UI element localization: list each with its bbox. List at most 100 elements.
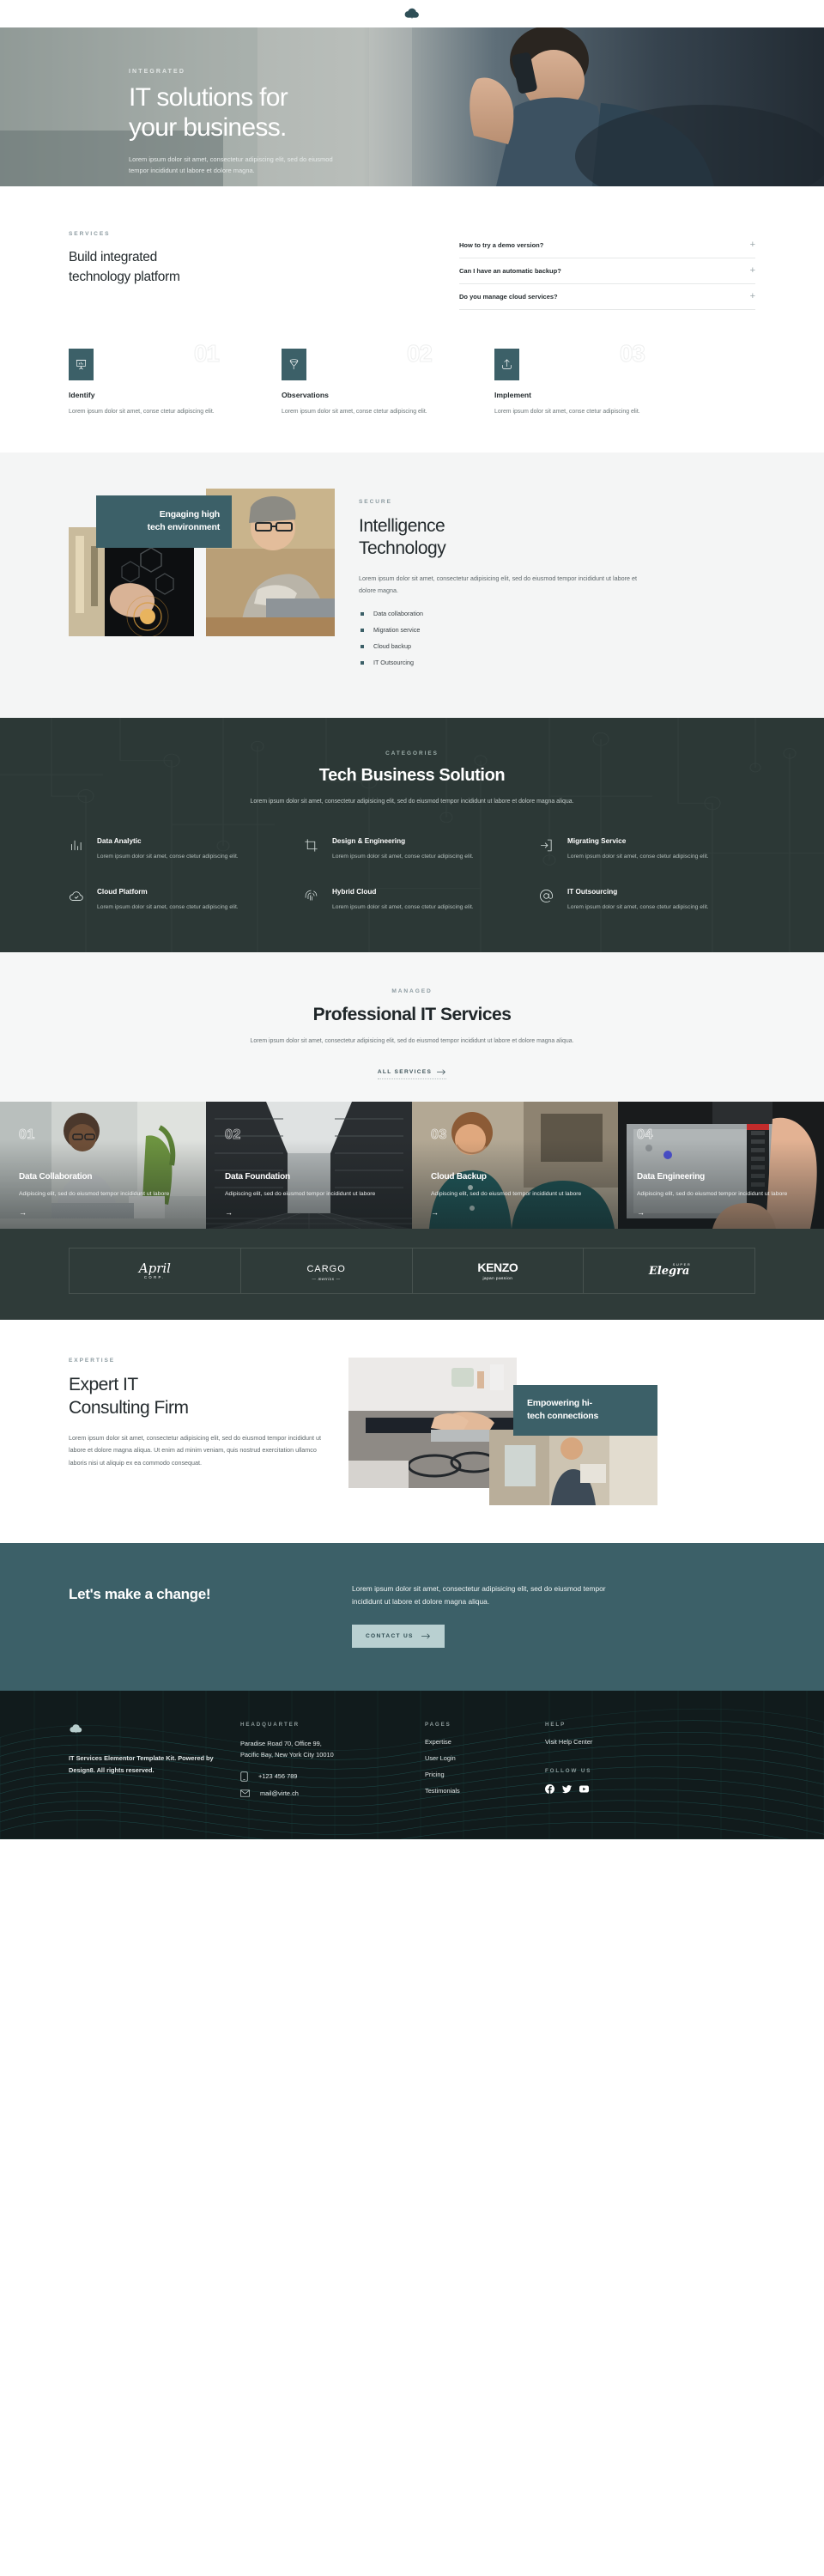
services-top: SERVICES Build integrated technology pla…: [69, 231, 755, 310]
services-title: Build integrated technology platform: [69, 247, 326, 288]
plus-icon[interactable]: +: [750, 292, 755, 301]
presentation-chart-icon: [69, 349, 94, 380]
cloud-upload-icon[interactable]: [69, 1722, 240, 1741]
all-services-link[interactable]: ALL SERVICES: [377, 1069, 447, 1080]
site-header: [0, 0, 824, 27]
footer-phone-row[interactable]: +123 456 789: [240, 1771, 425, 1782]
envelope-icon: [240, 1789, 250, 1797]
funnel-icon: [282, 349, 306, 380]
brand-logo-cargo: CARGO — metrics —: [241, 1249, 413, 1294]
expert-media: Empowering hi- tech connections: [348, 1358, 657, 1506]
card-number: 02: [225, 1127, 241, 1143]
tech-item-text: Lorem ipsum dolor sit amet, conse ctetur…: [567, 853, 709, 860]
feature-list: 01 Identify Lorem ipsum dolor sit amet, …: [69, 340, 755, 418]
empowering-badge-line2: tech connections: [527, 1411, 599, 1422]
contact-us-button[interactable]: CONTACT US: [352, 1624, 445, 1648]
hero-eyebrow: INTEGRATED: [129, 69, 185, 75]
feature-item-implement: 03 Implement Lorem ipsum dolor sit amet,…: [494, 340, 677, 418]
tech-title: Tech Business Solution: [318, 766, 506, 786]
tech-inner: CATEGORIES Tech Business Solution Lorem …: [69, 750, 755, 913]
card-body: Data Collaboration Adipiscing elit, sed …: [19, 1172, 191, 1217]
feature-number: 03: [619, 340, 645, 368]
intelligence-title: Intelligence Technology: [359, 515, 642, 561]
expert-paragraph: Lorem ipsum dolor sit amet, consectetur …: [69, 1433, 322, 1467]
arrow-right-icon[interactable]: →: [637, 1208, 809, 1217]
fingerprint-icon: [304, 888, 321, 913]
youtube-icon[interactable]: [579, 1784, 589, 1794]
expert-title-line2: Consulting Firm: [69, 1398, 189, 1419]
cta-title: Let's make a change!: [69, 1586, 211, 1603]
brand-sub: japan passion: [482, 1277, 513, 1282]
facebook-icon[interactable]: [545, 1783, 554, 1794]
footer-email-row[interactable]: mail@virte.ch: [240, 1789, 425, 1797]
card-body: Data Engineering Adipiscing elit, sed do…: [637, 1172, 809, 1217]
feature-text: Lorem ipsum dolor sit amet, conse ctetur…: [69, 409, 215, 415]
footer-headquarter-heading: HEADQUARTER: [240, 1721, 300, 1728]
cta-section: Let's make a change! Lorem ipsum dolor s…: [0, 1543, 824, 1691]
professional-services-section: MANAGED Professional IT Services Lorem i…: [0, 952, 824, 1103]
tech-item-text: Lorem ipsum dolor sit amet, conse ctetur…: [97, 903, 239, 910]
service-card-data-foundation[interactable]: 02 Data Foundation Adipiscing elit, sed …: [206, 1102, 412, 1230]
list-item: Cloud backup: [359, 642, 642, 659]
faq-item[interactable]: Can I have an automatic backup? +: [459, 258, 755, 284]
tech-paragraph: Lorem ipsum dolor sit amet, consectetur …: [250, 799, 574, 805]
plus-icon[interactable]: +: [750, 266, 755, 276]
brands-section: April CORP. CARGO — metrics — KENZO japa…: [0, 1229, 824, 1321]
address-line2: Pacific Bay, New York City 10010: [240, 1751, 334, 1759]
tech-item-title: Hybrid Cloud: [332, 887, 377, 896]
footer-link-testimonials[interactable]: Testimonials: [425, 1787, 545, 1795]
services-eyebrow: SERVICES: [69, 231, 111, 237]
brand-name: KENZO: [477, 1261, 518, 1275]
arrow-right-icon[interactable]: →: [431, 1208, 603, 1217]
tech-item-design-engineering: Design & Engineering Lorem ipsum dolor s…: [304, 837, 520, 862]
brand-logo-kenzo: KENZO japan passion: [413, 1249, 585, 1294]
twitter-icon[interactable]: [562, 1784, 572, 1794]
engaging-badge-line2: tech environment: [147, 521, 221, 532]
hero-subtitle: Lorem ipsum dolor sit amet, consectetur …: [129, 155, 333, 175]
arrow-right-icon: [437, 1069, 446, 1075]
footer-link-pricing[interactable]: Pricing: [425, 1771, 545, 1778]
footer-link-help-center[interactable]: Visit Help Center: [545, 1738, 700, 1746]
crop-icon: [304, 837, 321, 862]
tech-grid: Data Analytic Lorem ipsum dolor sit amet…: [69, 837, 755, 914]
services-title-line2: technology platform: [69, 270, 180, 285]
list-item: Data collaboration: [359, 610, 642, 626]
intelligence-title-line1: Intelligence: [359, 515, 445, 536]
feature-number: 02: [406, 340, 433, 368]
tech-item-title: IT Outsourcing: [567, 887, 618, 896]
professional-eyebrow: MANAGED: [391, 988, 433, 995]
faq-item[interactable]: How to try a demo version? +: [459, 233, 755, 258]
hero-title-line2: your business.: [129, 113, 287, 143]
footer-link-user-login[interactable]: User Login: [425, 1754, 545, 1762]
service-card-data-engineering[interactable]: 04 Data Engineering Adipiscing elit, sed…: [618, 1102, 824, 1230]
faq-question: How to try a demo version?: [459, 241, 544, 249]
footer-columns: IT Services Elementor Template Kit. Powe…: [69, 1722, 755, 1805]
service-card-data-collaboration[interactable]: 01 Data Collaboration Adipiscing elit, s…: [0, 1102, 206, 1230]
intelligence-section: Engaging high tech environment SECURE In…: [0, 452, 824, 719]
service-card-cloud-backup[interactable]: 03 Cloud Backup Adipiscing elit, sed do …: [412, 1102, 618, 1230]
expert-title-line1: Expert IT: [69, 1375, 138, 1395]
brand-sub: — metrics —: [312, 1277, 341, 1282]
arrow-right-icon[interactable]: →: [19, 1208, 191, 1217]
cloud-upload-icon[interactable]: [403, 5, 421, 22]
intelligence-eyebrow: SECURE: [359, 498, 392, 505]
hero-section: INTEGRATED IT solutions for your busines…: [0, 27, 824, 186]
page-root: INTEGRATED IT solutions for your busines…: [0, 0, 824, 1839]
faq-question: Do you manage cloud services?: [459, 293, 558, 301]
mobile-icon: [240, 1771, 248, 1782]
tech-item-migrating-service: Migrating Service Lorem ipsum dolor sit …: [539, 837, 755, 862]
plus-icon[interactable]: +: [750, 240, 755, 250]
at-sign-icon: [539, 888, 556, 913]
faq-item[interactable]: Do you manage cloud services? +: [459, 284, 755, 310]
footer-pages-column: PAGES Expertise User Login Pricing Testi…: [425, 1722, 545, 1805]
card-text: Adipiscing elit, sed do eiusmod tempor i…: [431, 1191, 582, 1198]
footer-pages-heading: PAGES: [425, 1721, 451, 1728]
card-title: Data Foundation: [225, 1172, 290, 1182]
arrow-right-icon[interactable]: →: [225, 1208, 397, 1217]
all-services-label: ALL SERVICES: [377, 1069, 433, 1076]
hero-title: IT solutions for your business.: [129, 82, 412, 143]
cta-right: Lorem ipsum dolor sit amet, consectetur …: [352, 1583, 635, 1648]
footer-link-expertise[interactable]: Expertise: [425, 1738, 545, 1746]
faq-question: Can I have an automatic backup?: [459, 267, 561, 275]
services-title-line1: Build integrated: [69, 250, 157, 264]
